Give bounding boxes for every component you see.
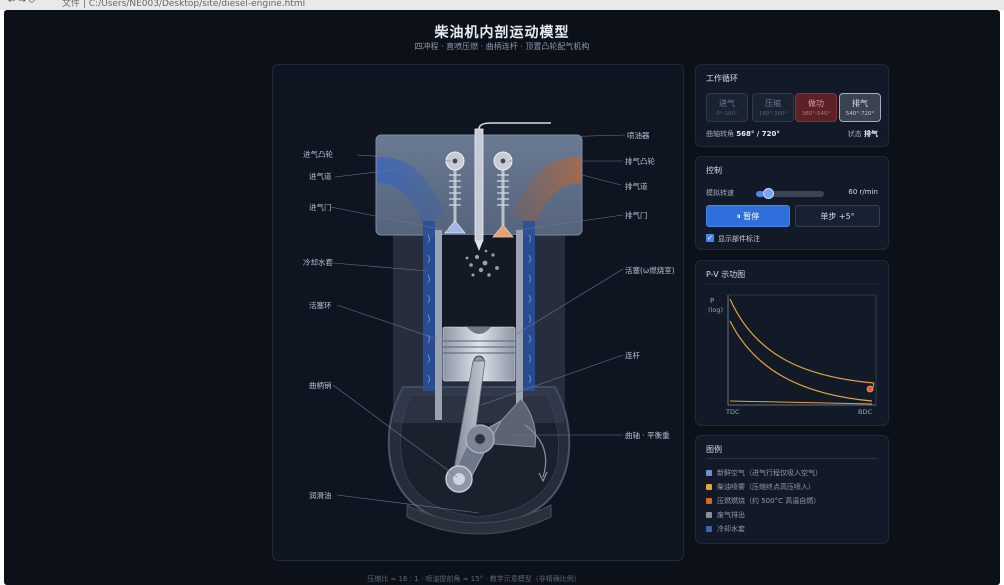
label-exhaust-port: 排气道 (625, 181, 648, 191)
pv-bdc-label: BDC (858, 408, 872, 416)
stroke-intake-button[interactable]: 进气 0°-180° (706, 93, 748, 122)
browser-nav-icons[interactable]: ← → ⟳ (8, 0, 36, 6)
label-intake-valve: 进气门 (309, 202, 332, 212)
legend-item-fuel-spray: 柴油喷雾（压缩终点高压喷入） (706, 482, 815, 492)
pv-tdc-label: TDC (725, 408, 740, 416)
pv-current-point (866, 385, 874, 393)
show-labels-label[interactable]: 显示部件标注 (718, 234, 760, 244)
step-button[interactable]: 单步 +5° (795, 205, 880, 227)
legend-panel: 图例 新鲜空气（进气行程仅吸入空气） 柴油喷雾（压缩终点高压喷入） 压燃燃烧（约… (695, 435, 889, 544)
label-crankshaft: 曲轴 · 平衡重 (625, 430, 670, 440)
app-stage: 柴油机内剖运动模型 四冲程 · 直喷压燃 · 曲柄连杆 · 顶置凸轮配气机构 进… (4, 10, 1000, 585)
engine-cutaway: 进气凸轮 进气道 进气门 冷却水套 活塞环 曲柄销 润滑油 喷油器 排气凸轮 排… (303, 122, 675, 535)
browser-address-bar[interactable]: ← → ⟳ 文件 | C:/Users/NE003/Desktop/site/d… (0, 0, 1004, 10)
label-exhaust-valve: 排气门 (625, 210, 648, 220)
label-piston-bowl: 活塞(ω燃烧室) (625, 265, 675, 275)
speed-slider-knob[interactable] (762, 188, 774, 199)
cylinder-wall-left (435, 230, 442, 420)
pv-diagram: P (log) TDC BDC (706, 283, 880, 416)
legend-item-coolant: 冷却水套 (706, 524, 745, 534)
crank-angle-readout: 曲轴转角 568° / 720° (706, 130, 780, 138)
pv-exhaust-line (729, 400, 873, 405)
fuel-line (478, 122, 551, 130)
stroke-power-button[interactable]: 做功 360°-540° (795, 93, 837, 122)
label-intake-port: 进气道 (309, 171, 332, 181)
label-crank-pin: 曲柄销 (309, 380, 332, 390)
label-conrod: 连杆 (625, 350, 640, 360)
speed-slider[interactable] (756, 188, 824, 199)
water-jacket-left (423, 221, 435, 391)
pv-panel: P-V 示功图 P (log) TDC BDC (695, 260, 889, 426)
legend-item-fresh-air: 新鲜空气（进气行程仅吸入空气） (706, 468, 822, 478)
speed-label: 模拟转速 (706, 189, 734, 197)
page-title: 柴油机内剖运动模型 (434, 25, 570, 41)
label-water-jacket: 冷却水套 (303, 257, 333, 267)
label-exhaust-cam: 排气凸轮 (625, 156, 655, 166)
label-lube-oil: 润滑油 (309, 490, 332, 500)
control-panel: 控制 模拟转速 60 r/min ⏸ 暂停 单步 +5° ✓ 显示部件标注 (695, 156, 889, 250)
cycle-panel: 工作循环 进气 0°-180° 压缩 180°-360° 做功 360°-540… (695, 64, 889, 147)
label-intake-cam: 进气凸轮 (303, 149, 333, 159)
pv-y-sub: (log) (708, 306, 723, 314)
water-jacket-right (523, 221, 535, 391)
browser-url[interactable]: 文件 | C:/Users/NE003/Desktop/site/diesel-… (62, 0, 305, 9)
label-piston-rings: 活塞环 (309, 300, 332, 310)
cycle-status-readout: 状态 排气 (847, 130, 878, 138)
pv-curve-upper (729, 298, 875, 384)
stroke-exhaust-button[interactable]: 排气 540°-720° (839, 93, 881, 122)
pv-y-label: P (710, 297, 714, 305)
pause-button[interactable]: ⏸ 暂停 (706, 205, 790, 227)
legend-item-combustion: 压燃燃烧（约 500°C 高温自燃） (706, 496, 820, 506)
engine-viewer[interactable]: 进气凸轮 进气道 进气门 冷却水套 活塞环 曲柄销 润滑油 喷油器 排气凸轮 排… (272, 64, 684, 561)
label-injector: 喷油器 (627, 130, 650, 140)
cycle-title: 工作循环 (706, 74, 738, 83)
legend-item-exhaust: 废气排出 (706, 510, 745, 520)
show-labels-checkbox[interactable]: ✓ (706, 234, 714, 242)
injector-body (474, 128, 484, 242)
control-title: 控制 (706, 166, 722, 175)
legend-title: 图例 (706, 445, 722, 454)
footer-note: 压缩比 ≈ 16 : 1 · 喷油提前角 ≈ 15° · 教学示意模型（非精确比… (367, 575, 581, 583)
speed-value: 60 r/min (848, 188, 878, 196)
page-subtitle: 四冲程 · 直喷压燃 · 曲柄连杆 · 顶置凸轮配气机构 (414, 42, 590, 51)
stroke-compression-button[interactable]: 压缩 180°-360° (752, 93, 794, 122)
